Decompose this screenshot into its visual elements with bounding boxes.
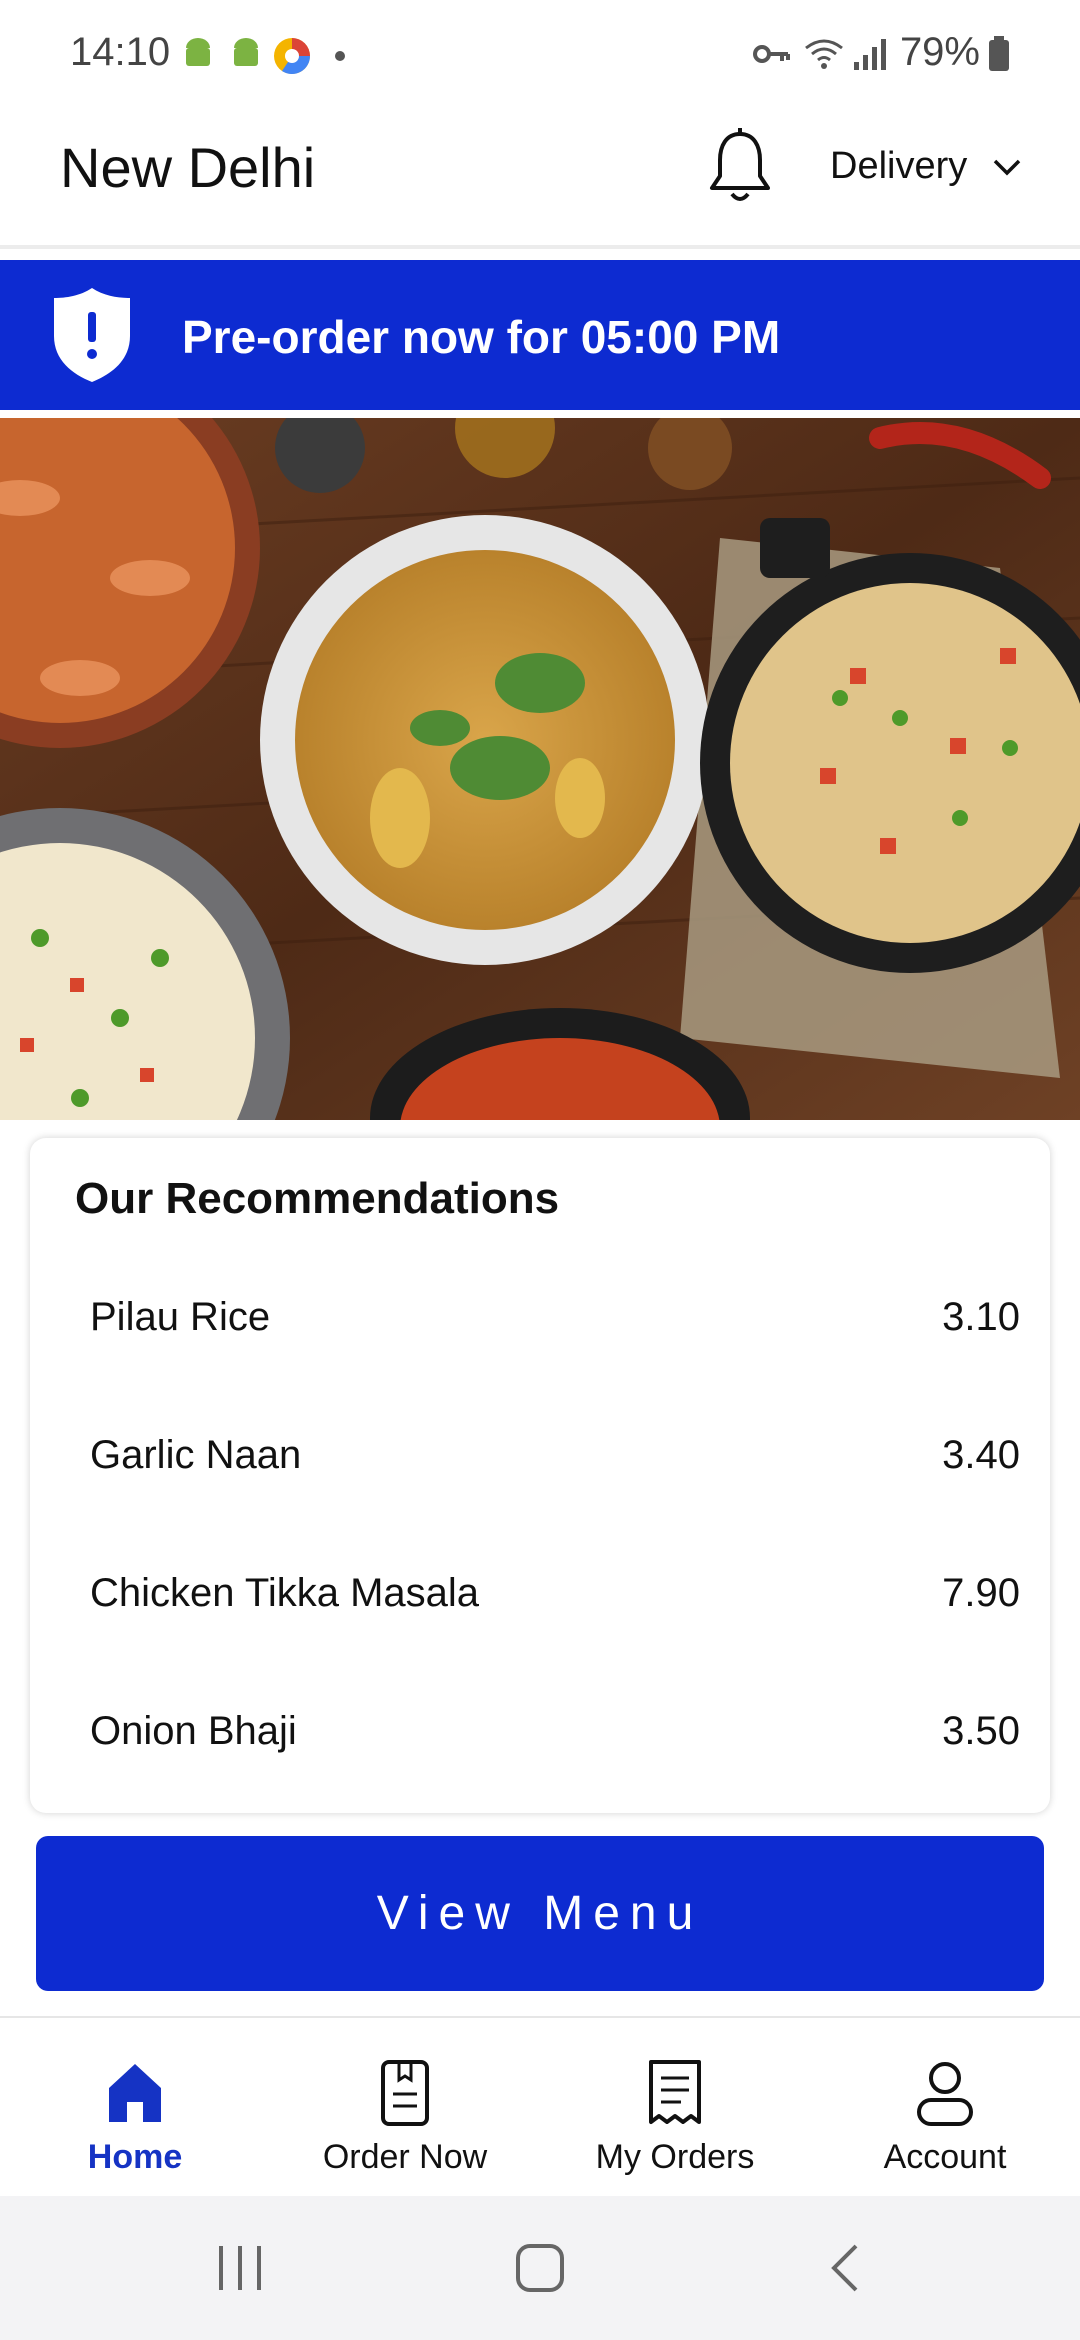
chrome-icon (274, 38, 311, 75)
city-name: New Delhi (60, 136, 316, 199)
view-menu-button[interactable]: View Menu (36, 1836, 1044, 1991)
android-icon (234, 38, 258, 66)
status-bar: 14:10 79% (0, 0, 1080, 110)
nav-label: Home (87, 2138, 183, 2176)
item-price: 3.50 (942, 1709, 1020, 1753)
back-icon[interactable] (826, 2242, 862, 2294)
dot-icon (335, 51, 345, 61)
nav-label: Account (883, 2138, 1007, 2176)
item-name: Garlic Naan (90, 1433, 302, 1477)
nav-account[interactable]: Account (830, 2058, 1060, 2188)
nav-order-now[interactable]: Order Now (290, 2058, 520, 2188)
item-name: Onion Bhaji (90, 1709, 297, 1753)
list-item[interactable]: Chicken Tikka Masala 7.90 (90, 1551, 1020, 1631)
home-square-icon[interactable] (514, 2242, 566, 2294)
system-nav-bar (0, 2196, 1080, 2340)
nav-label: Order Now (322, 2138, 488, 2176)
status-time: 14:10 (70, 30, 171, 74)
android-icon (186, 38, 210, 66)
item-price: 3.40 (942, 1433, 1020, 1477)
chevron-down-icon[interactable] (992, 158, 1022, 178)
home-icon (109, 2064, 161, 2122)
account-icon (917, 2062, 973, 2126)
bell-icon[interactable] (708, 128, 772, 208)
wifi-icon (805, 39, 843, 69)
order-icon (381, 2060, 429, 2126)
recents-icon[interactable] (215, 2242, 265, 2294)
nav-my-orders[interactable]: My Orders (560, 2058, 790, 2188)
preorder-text: Pre-order now for 05:00 PM (182, 311, 781, 363)
signal-icon (854, 39, 886, 70)
shield-alert-icon (54, 288, 130, 382)
list-item[interactable]: Pilau Rice 3.10 (90, 1275, 1020, 1355)
key-icon (753, 45, 790, 63)
bottom-nav: Home Order Now My Orders Account (0, 2016, 1080, 2198)
recommendations-card: Our Recommendations Pilau Rice 3.10 Garl… (30, 1138, 1050, 1813)
item-price: 7.90 (942, 1571, 1020, 1615)
item-price: 3.10 (942, 1295, 1020, 1339)
battery-icon (989, 36, 1009, 71)
hero-food-image (0, 418, 1080, 1120)
app-header: New Delhi Delivery (0, 110, 1080, 249)
preorder-banner[interactable]: Pre-order now for 05:00 PM (0, 260, 1080, 416)
nav-home[interactable]: Home (20, 2058, 250, 2188)
item-name: Pilau Rice (90, 1295, 271, 1339)
list-item[interactable]: Onion Bhaji 3.50 (90, 1689, 1020, 1769)
receipt-icon (649, 2060, 701, 2124)
list-item[interactable]: Garlic Naan 3.40 (90, 1413, 1020, 1493)
nav-label: My Orders (595, 2138, 755, 2176)
battery-percent: 79% (899, 30, 980, 74)
recommendations-title: Our Recommendations (75, 1174, 560, 1223)
item-name: Chicken Tikka Masala (90, 1571, 480, 1615)
delivery-mode-select[interactable]: Delivery (830, 145, 967, 188)
